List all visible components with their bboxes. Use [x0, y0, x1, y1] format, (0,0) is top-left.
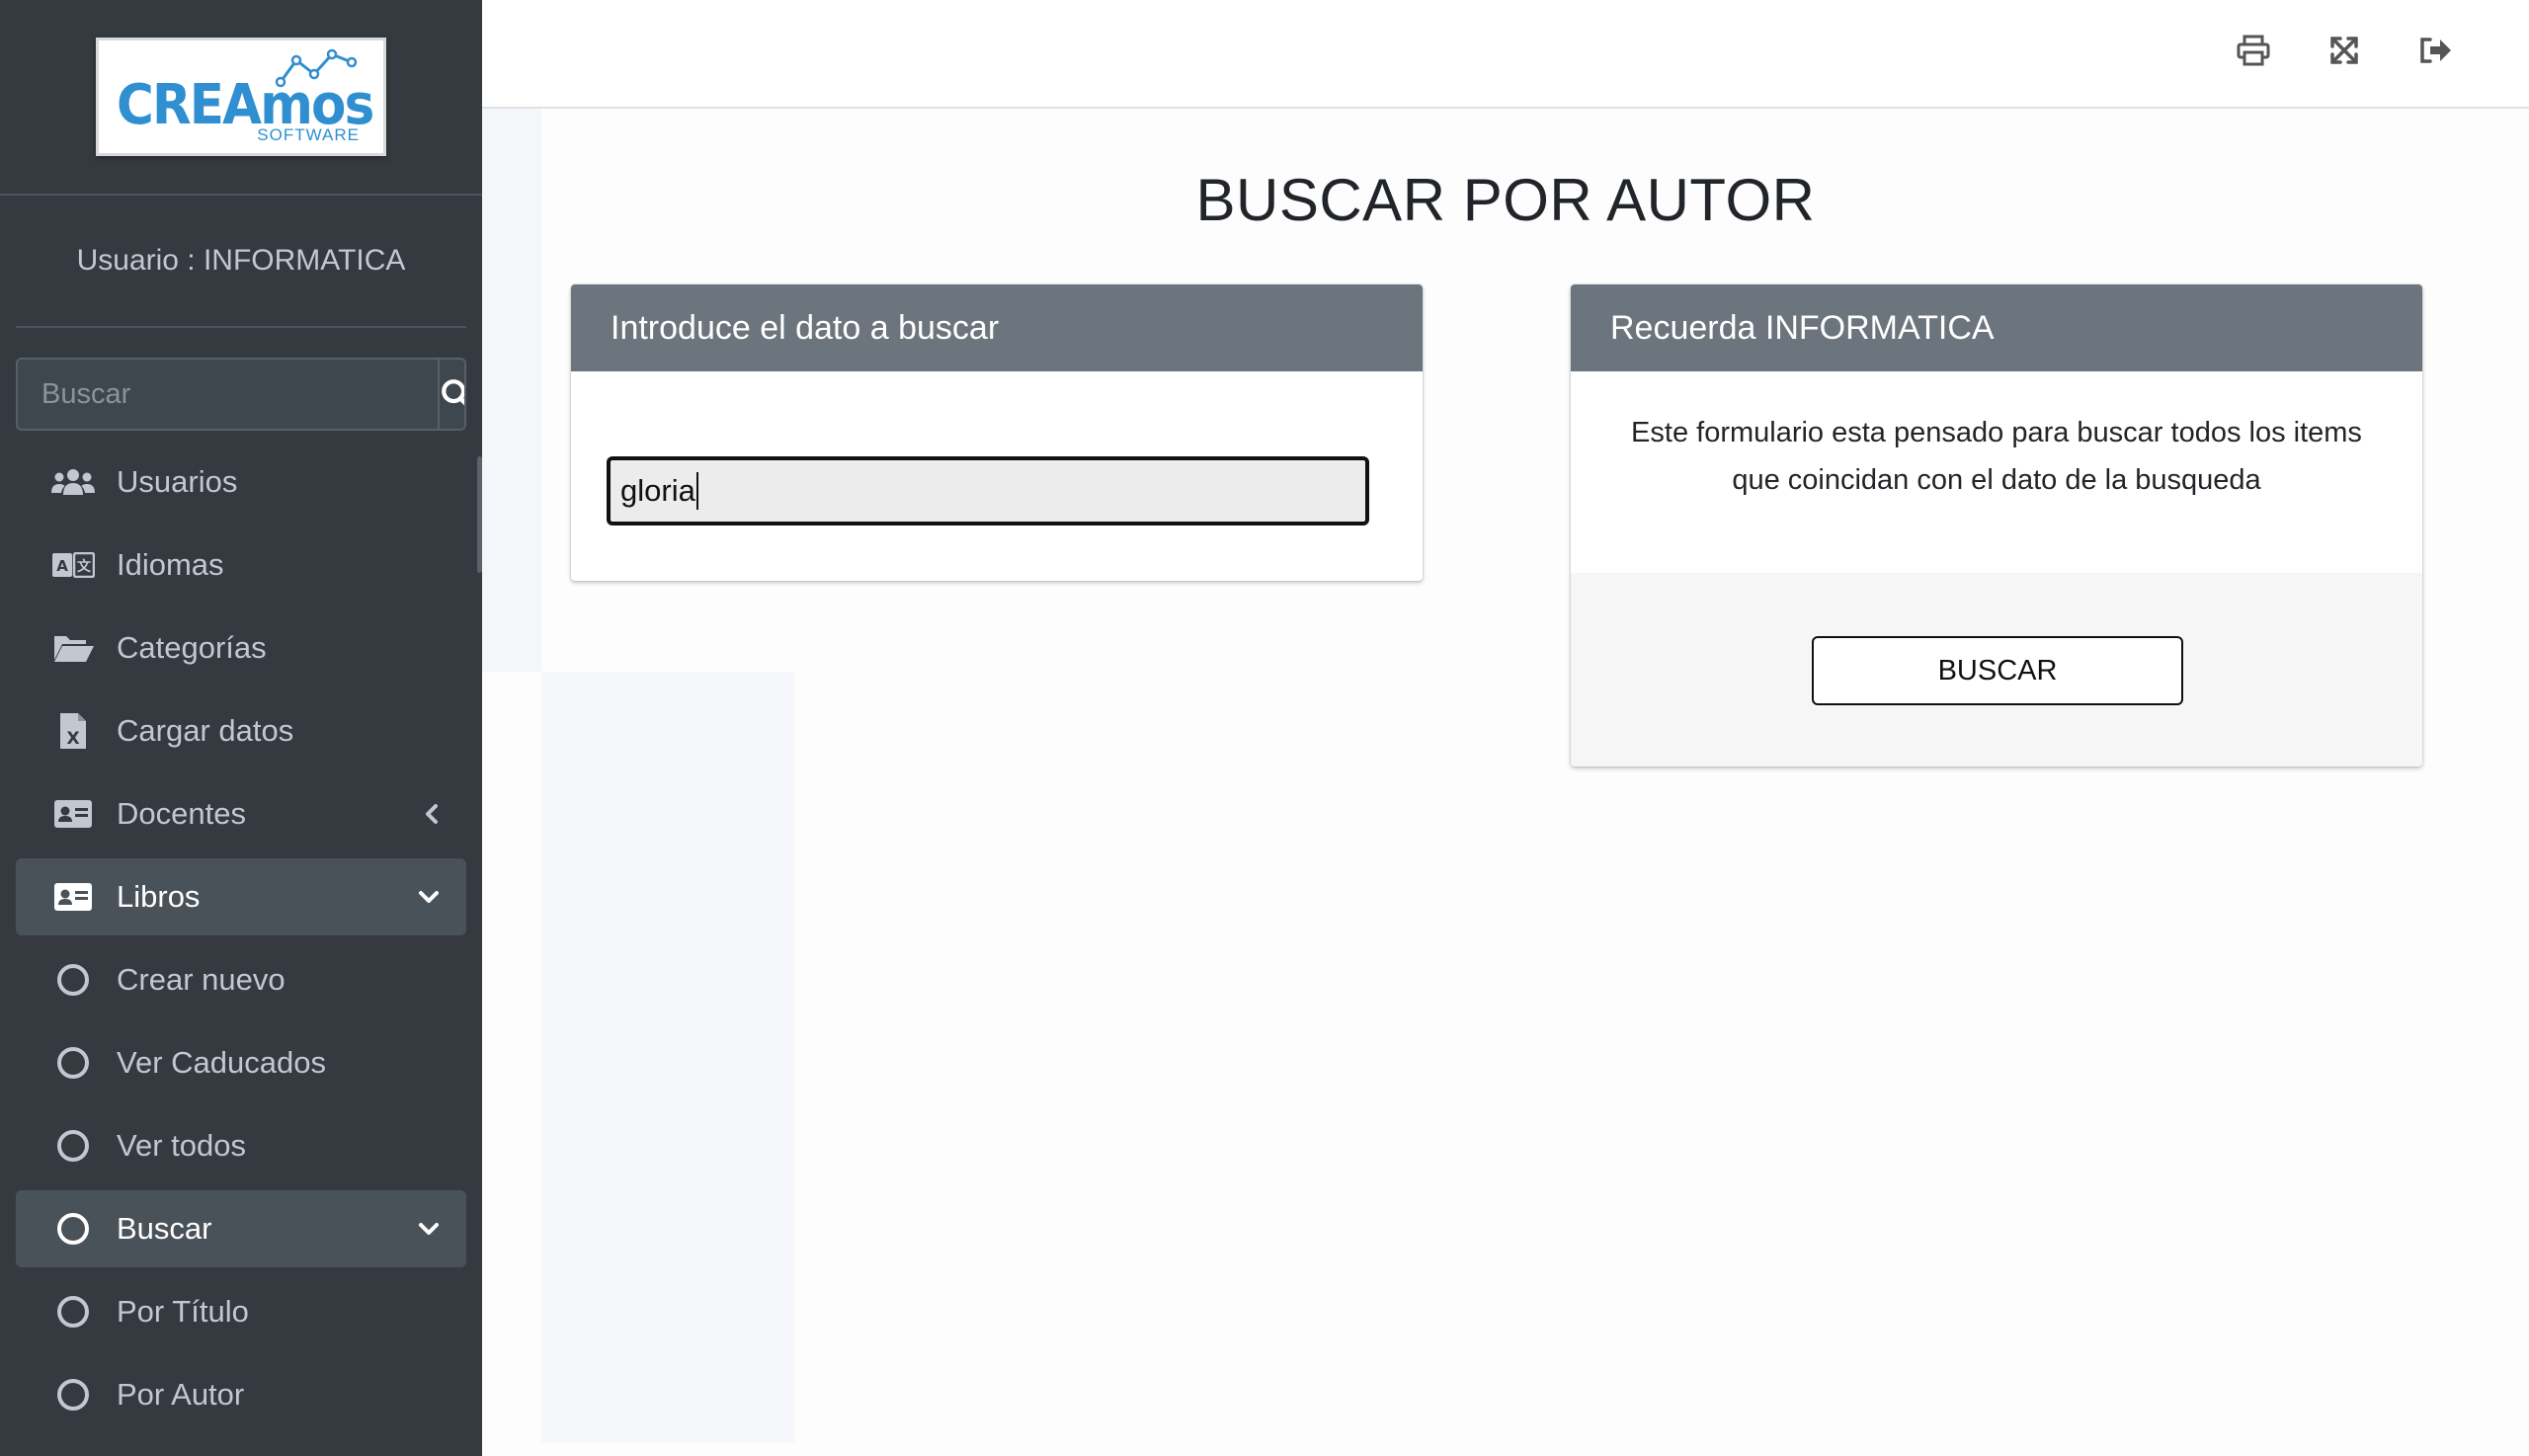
sidebar-item-ver-todos[interactable]: Ver todos	[16, 1104, 466, 1187]
info-card-header: Recuerda INFORMATICA	[1571, 284, 2422, 371]
sidebar-item-label: Por Título	[117, 1294, 249, 1329]
chevron-down-icon	[417, 1220, 441, 1238]
info-card-footer: BUSCAR	[1571, 573, 2422, 767]
circle-icon	[51, 1041, 95, 1085]
search-icon	[442, 379, 464, 406]
user-label[interactable]: Usuario : INFORMATICA	[77, 244, 406, 278]
sidebar-item-docentes[interactable]: Docentes	[16, 772, 466, 855]
brand-logo[interactable]: CREAmos SOFTWARE	[96, 38, 386, 156]
sidebar-item-label: Cargar datos	[117, 713, 294, 748]
sidebar-item-label: Ver todos	[117, 1128, 246, 1163]
circle-icon	[51, 958, 95, 1002]
sidebar-item-ver-caducados[interactable]: Ver Caducados	[16, 1021, 466, 1104]
svg-text:A: A	[56, 557, 68, 575]
brand: CREAmos SOFTWARE	[0, 0, 482, 196]
sidebar-item-label: Libros	[117, 879, 201, 914]
id-card-icon	[51, 792, 95, 836]
content-shade	[541, 672, 794, 1442]
logout-button[interactable]	[2414, 30, 2456, 71]
print-icon	[2237, 35, 2270, 66]
circle-icon	[51, 1373, 95, 1416]
author-search-input[interactable]: gloria	[607, 456, 1369, 526]
svg-text:X: X	[66, 729, 79, 749]
search-card: Introduce el dato a buscar gloria	[571, 284, 1423, 581]
sidebar-item-label: Idiomas	[117, 547, 224, 582]
sidebar-item-label: Por Autor	[117, 1377, 245, 1412]
logo-subtext: SOFTWARE	[257, 125, 360, 144]
sidebar-item-label: Usuarios	[117, 464, 238, 499]
file-excel-icon: X	[51, 709, 95, 753]
sidebar-item-libros[interactable]: Libros	[16, 858, 466, 935]
sidebar: CREAmos SOFTWARE Usuario : INFORMATICA U…	[0, 0, 482, 1456]
sidebar-nav: Usuarios A 文 Idiomas Categorías X Cargar…	[0, 441, 482, 1436]
chevron-down-icon	[417, 888, 441, 906]
sidebar-item-label: Docentes	[117, 796, 246, 831]
fullscreen-button[interactable]	[2324, 30, 2365, 71]
info-card: Recuerda INFORMATICA Este formulario est…	[1571, 284, 2422, 767]
sidebar-item-buscar[interactable]: Buscar	[16, 1190, 466, 1267]
topbar	[482, 0, 2529, 109]
sidebar-item-label: Ver Caducados	[117, 1045, 326, 1080]
search-card-header: Introduce el dato a buscar	[571, 284, 1423, 371]
text-caret	[695, 472, 698, 510]
sidebar-item-crear-nuevo[interactable]: Crear nuevo	[16, 938, 466, 1021]
users-icon	[51, 460, 95, 504]
circle-icon	[51, 1290, 95, 1334]
circle-icon	[51, 1124, 95, 1168]
sidebar-item-idiomas[interactable]: A 文 Idiomas	[16, 524, 466, 607]
sidebar-item-por-autor[interactable]: Por Autor	[16, 1353, 466, 1436]
sidebar-item-label: Categorías	[117, 630, 267, 665]
buscar-button[interactable]: BUSCAR	[1812, 636, 2183, 705]
print-button[interactable]	[2233, 30, 2274, 71]
chevron-left-icon	[423, 802, 441, 826]
author-search-value: gloria	[620, 473, 695, 508]
sidebar-item-cargar-datos[interactable]: X Cargar datos	[16, 689, 466, 772]
id-card-icon	[51, 875, 95, 919]
sidebar-item-label: Buscar	[117, 1211, 212, 1246]
page-title: BUSCAR POR AUTOR	[1195, 167, 1816, 233]
svg-text:文: 文	[77, 558, 92, 575]
sidebar-item-label: Crear nuevo	[117, 962, 286, 997]
fullscreen-icon	[2330, 37, 2358, 64]
sidebar-search	[16, 358, 466, 431]
sidebar-item-por-titulo[interactable]: Por Título	[16, 1270, 466, 1353]
logout-icon	[2420, 38, 2451, 63]
topbar-actions	[2233, 30, 2456, 71]
user-panel: Usuario : INFORMATICA	[16, 196, 466, 328]
sidebar-search-button[interactable]	[438, 360, 464, 429]
sidebar-item-usuarios[interactable]: Usuarios	[16, 441, 466, 524]
folder-open-icon	[51, 626, 95, 670]
circle-icon	[51, 1207, 95, 1251]
language-icon: A 文	[51, 543, 95, 587]
sidebar-search-input[interactable]	[18, 360, 438, 429]
sidebar-item-categorias[interactable]: Categorías	[16, 607, 466, 689]
